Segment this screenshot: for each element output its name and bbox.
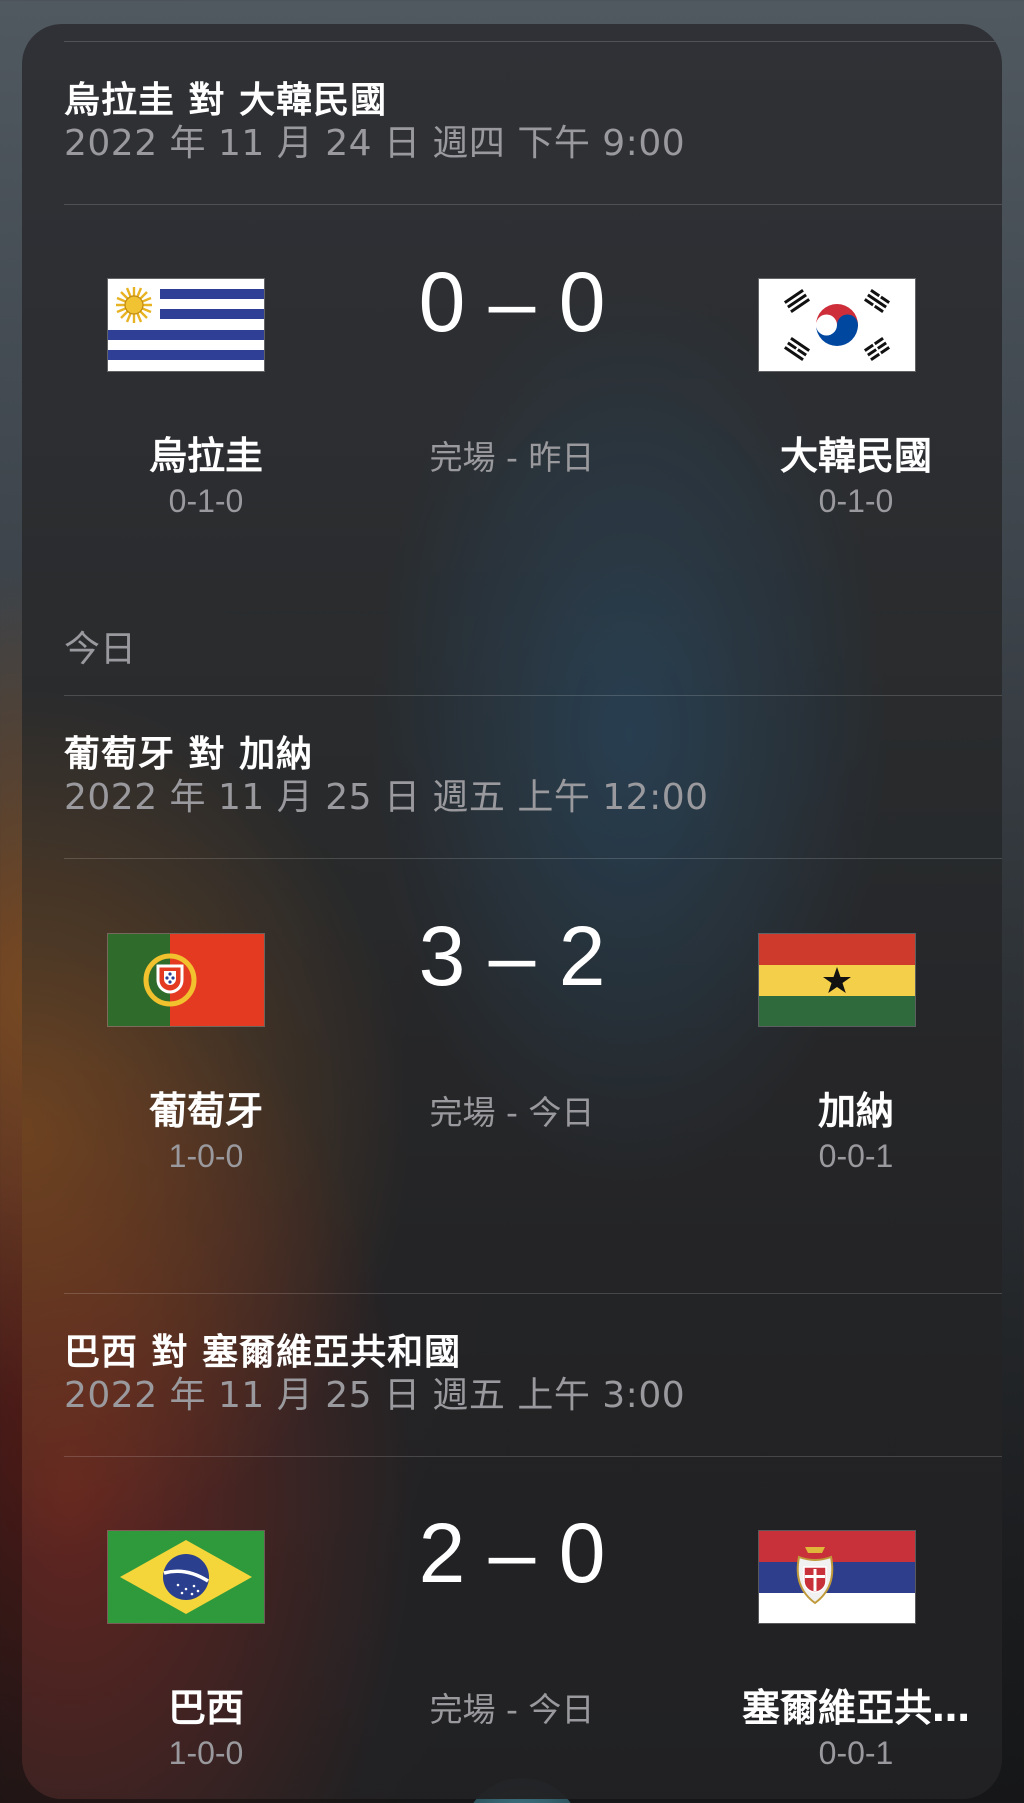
match-datetime: 2022 年 11 月 25 日 週五 上午 12:00 (64, 777, 709, 818)
divider (64, 858, 1002, 859)
serbia-flag-icon (759, 1531, 915, 1623)
match-datetime: 2022 年 11 月 25 日 週五 上午 3:00 (64, 1375, 686, 1416)
match-header-2[interactable]: 葡萄牙 對 加納 2022 年 11 月 25 日 週五 上午 12:00 (64, 734, 709, 820)
divider (64, 204, 1002, 205)
away-team-record: 0-1-0 (818, 483, 894, 519)
ghana-flag-icon (759, 934, 915, 1026)
away-team-name: 大韓民國 (779, 434, 932, 478)
south-korea-flag-icon (759, 279, 915, 371)
home-team-record: 0-1-0 (168, 483, 244, 519)
divider (64, 695, 1002, 696)
match-header-1[interactable]: 烏拉圭 對 大韓民國 2022 年 11 月 24 日 週四 下午 9:00 (64, 80, 685, 166)
match-datetime: 2022 年 11 月 24 日 週四 下午 9:00 (64, 123, 686, 164)
divider (64, 41, 1002, 42)
section-label-today: 今日 (64, 629, 137, 670)
match-title: 巴西 對 塞爾維亞共和國 (64, 1332, 462, 1373)
home-team-record: 1-0-0 (168, 1138, 244, 1174)
home-team-record: 1-0-0 (168, 1735, 244, 1771)
match-title: 葡萄牙 對 加納 (64, 734, 314, 775)
away-team-record: 0-0-1 (818, 1138, 894, 1174)
away-team-name: 塞爾維亞共… (741, 1686, 970, 1730)
away-team-record: 0-0-1 (818, 1735, 894, 1771)
divider (64, 1293, 1002, 1294)
match-header-3[interactable]: 巴西 對 塞爾維亞共和國 2022 年 11 月 25 日 週五 上午 3:00 (64, 1332, 685, 1418)
scores-card[interactable]: 烏拉圭 對 大韓民國 2022 年 11 月 24 日 週四 下午 9:00 0… (22, 24, 1002, 1799)
match-title: 烏拉圭 對 大韓民國 (64, 80, 388, 121)
divider (64, 1456, 1002, 1457)
away-team-name: 加納 (817, 1089, 894, 1133)
